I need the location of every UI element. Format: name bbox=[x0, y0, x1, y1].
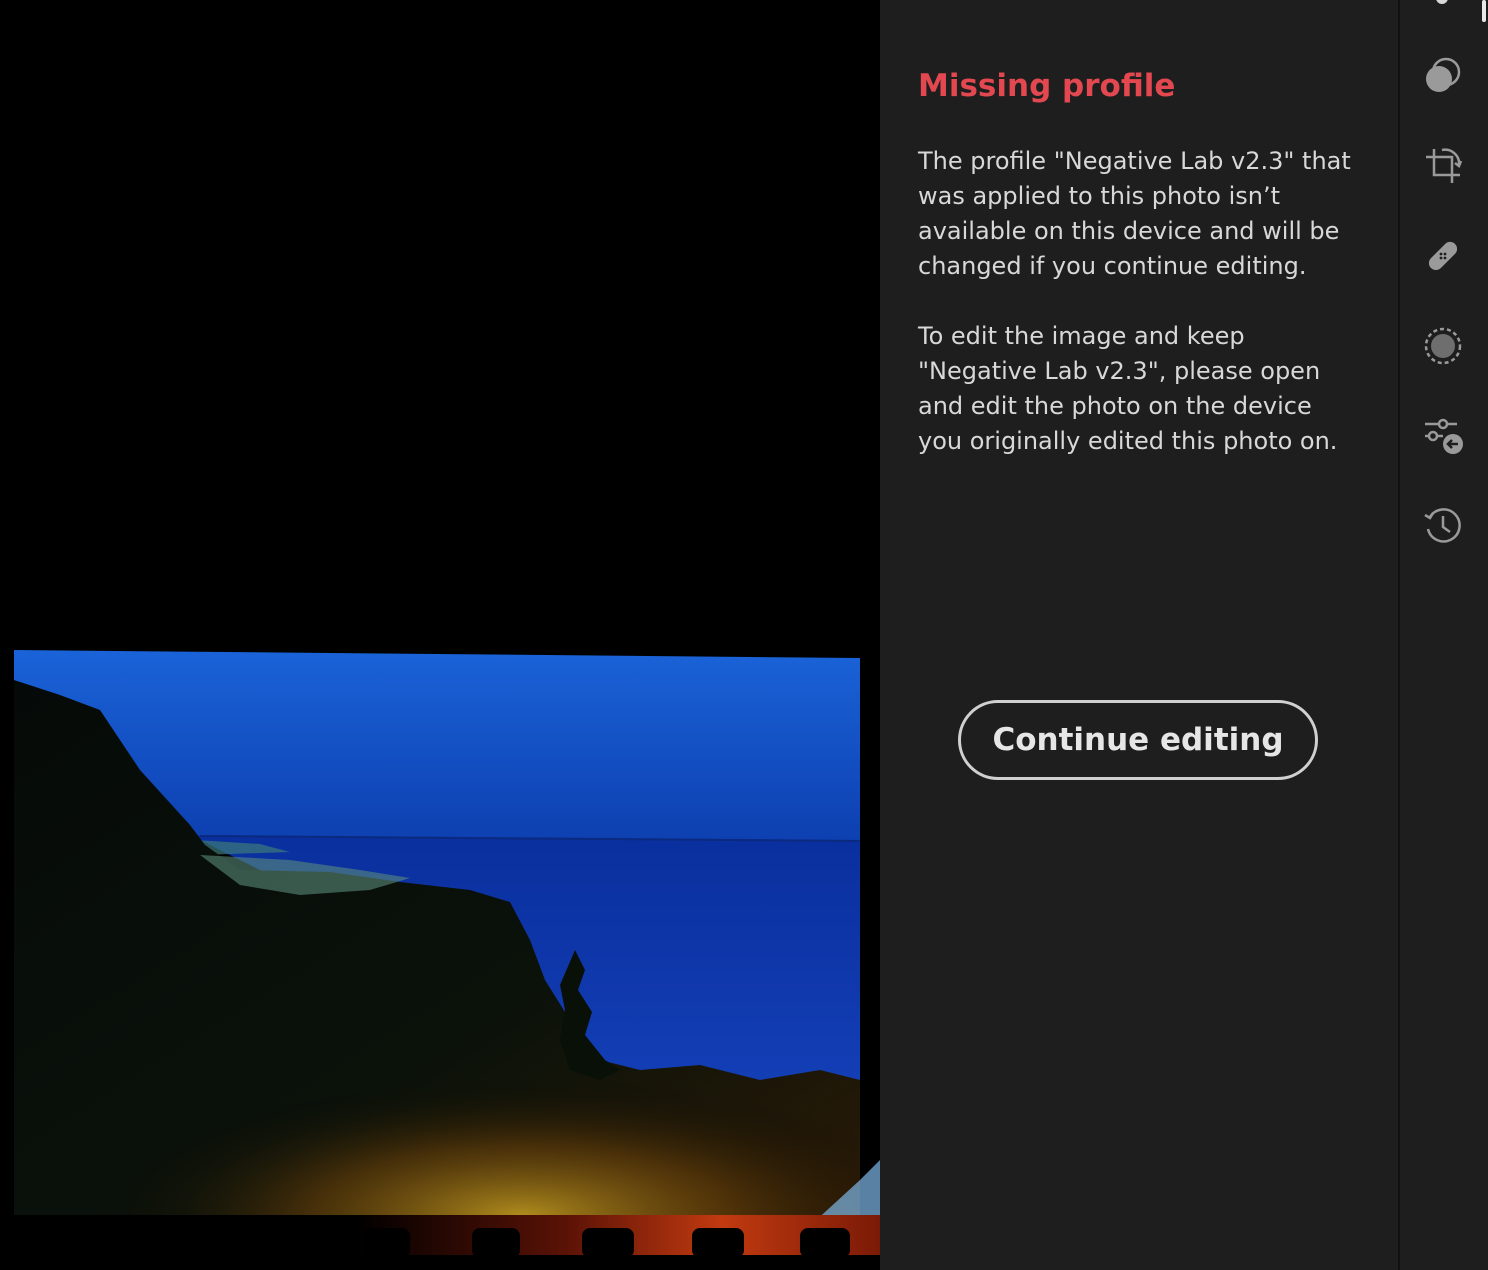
presets-icon[interactable] bbox=[1421, 54, 1465, 98]
film-negative-photo bbox=[14, 650, 880, 1258]
history-icon[interactable] bbox=[1421, 504, 1465, 548]
masking-icon[interactable] bbox=[1421, 324, 1465, 368]
profile-instructions-text: To edit the image and keep "Negative Lab… bbox=[918, 322, 1338, 455]
versions-compare-icon[interactable] bbox=[1421, 414, 1465, 458]
edit-tool-partial-icon[interactable] bbox=[1436, 0, 1448, 4]
continue-editing-button[interactable]: Continue editing bbox=[958, 700, 1318, 780]
photo-canvas bbox=[0, 0, 880, 1270]
edit-toolbar bbox=[1398, 0, 1488, 1270]
missing-profile-panel: Missing profile The profile "Negative La… bbox=[880, 0, 1398, 1270]
crop-rotate-icon[interactable] bbox=[1421, 144, 1465, 188]
healing-bandage-icon[interactable] bbox=[1421, 234, 1465, 278]
panel-title: Missing profile bbox=[918, 68, 1176, 104]
profile-warning-text: The profile "Negative Lab v2.3" that was… bbox=[918, 147, 1351, 280]
toolbar-scrollbar[interactable] bbox=[1482, 0, 1486, 22]
lightroom-edit-view: Missing profile The profile "Negative La… bbox=[0, 0, 1488, 1270]
